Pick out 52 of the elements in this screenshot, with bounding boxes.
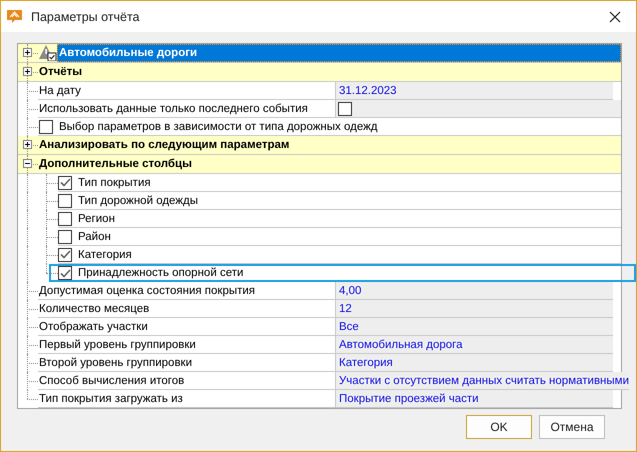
- checkbox[interactable]: [58, 230, 72, 244]
- option-row[interactable]: Регион: [58, 210, 621, 228]
- checkbox[interactable]: [58, 266, 72, 280]
- property-value[interactable]: Покрытие проезжей части: [335, 390, 613, 408]
- option-label: Выбор параметров в зависимости от типа дорожных одежд: [59, 120, 378, 132]
- option-label: Принадлежность опорной сети: [78, 267, 244, 279]
- option-row[interactable]: Тип покрытия: [58, 174, 621, 192]
- option-row[interactable]: Принадлежность опорной сети: [49, 264, 636, 282]
- property-label: Количество месяцев: [38, 300, 335, 318]
- property-value[interactable]: 4,00: [335, 282, 613, 300]
- property-value[interactable]: 12: [335, 300, 613, 318]
- window-title: Параметры отчёта: [31, 10, 141, 24]
- plus-icon: [24, 68, 31, 75]
- checkbox[interactable]: [58, 248, 72, 262]
- property-label: На дату: [38, 82, 335, 100]
- tree-item[interactable]: Автомобильные дороги: [57, 44, 621, 62]
- minus-icon: [24, 160, 31, 167]
- property-label: Допустимая оценка состояния покрытия: [38, 282, 335, 300]
- expand-button[interactable]: [23, 159, 32, 168]
- property-value[interactable]: Автомобильная дорога: [335, 336, 613, 354]
- property-value[interactable]: Все: [335, 318, 613, 336]
- property-label: Второй уровень группировки: [38, 354, 335, 372]
- property-value[interactable]: Участки с отсутствием данных считать нормативными: [335, 372, 629, 390]
- expand-button[interactable]: [23, 48, 32, 57]
- property-label: Первый уровень группировки: [38, 336, 335, 354]
- option-label: Регион: [78, 212, 115, 224]
- expand-button[interactable]: [23, 140, 32, 149]
- expand-button[interactable]: [23, 67, 32, 76]
- app-icon: [6, 8, 23, 25]
- option-label: Тип покрытия: [78, 176, 151, 188]
- plus-icon: [24, 49, 31, 56]
- option-label: Категория: [78, 248, 132, 260]
- checkbox[interactable]: [39, 120, 53, 134]
- option-row[interactable]: Тип дорожной одежды: [58, 192, 621, 210]
- checkbox[interactable]: [338, 102, 352, 116]
- checkbox[interactable]: [58, 176, 72, 190]
- property-value[interactable]: 31.12.2023: [335, 82, 613, 100]
- property-value[interactable]: Категория: [335, 354, 613, 372]
- cancel-button[interactable]: Отмена: [539, 415, 605, 439]
- option-label: Тип дорожной одежды: [78, 194, 198, 206]
- property-label: Использовать данные только последнего события: [38, 100, 335, 118]
- property-label: Тип покрытия загружать из: [38, 390, 335, 408]
- checkbox[interactable]: [58, 194, 72, 208]
- option-row[interactable]: Категория: [58, 246, 621, 264]
- ok-button[interactable]: OK: [466, 415, 532, 439]
- option-row[interactable]: Район: [58, 228, 621, 246]
- plus-icon: [24, 141, 31, 148]
- option-label: Район: [78, 230, 111, 242]
- property-label: Отображать участки: [38, 318, 335, 336]
- checkbox[interactable]: [58, 212, 72, 226]
- property-label: Способ вычисления итогов: [38, 372, 335, 390]
- close-icon: [609, 10, 621, 22]
